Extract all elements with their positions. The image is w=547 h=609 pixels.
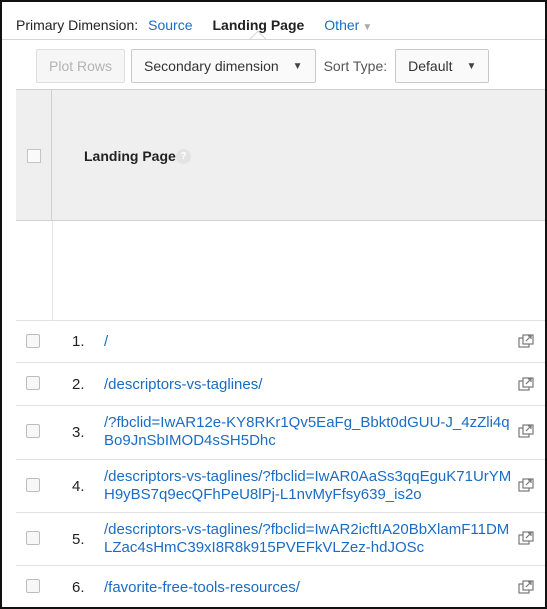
open-in-new-icon[interactable] [518, 478, 534, 492]
landing-page-link[interactable]: /descriptors-vs-taglines/ [104, 376, 516, 394]
table-row: 4. /descriptors-vs-taglines/?fbclid=IwAR… [16, 460, 545, 513]
chevron-down-icon: ▼ [362, 22, 373, 33]
row-checkbox[interactable] [26, 478, 40, 492]
help-icon[interactable]: ? [176, 149, 191, 164]
dimension-option-other-label: Other [324, 17, 360, 33]
row-number: 5. [72, 531, 85, 548]
sort-type-value: Default [408, 58, 453, 74]
row-checkbox[interactable] [26, 531, 40, 545]
sort-type-label: Sort Type: [323, 58, 388, 74]
secondary-dimension-label: Secondary dimension [144, 58, 279, 74]
row-checkbox[interactable] [26, 424, 40, 438]
table-row: 2. /descriptors-vs-taglines/ [16, 363, 545, 406]
table-row: 5. /descriptors-vs-taglines/?fbclid=IwAR… [16, 513, 545, 566]
secondary-dimension-dropdown[interactable]: Secondary dimension ▼ [131, 49, 316, 83]
landing-page-link[interactable]: /favorite-free-tools-resources/ [104, 579, 516, 597]
table-row: 6. /favorite-free-tools-resources/ [16, 566, 545, 607]
open-in-new-icon[interactable] [518, 531, 534, 545]
header-checkbox-cell [16, 90, 52, 221]
landing-page-link[interactable]: /descriptors-vs-taglines/?fbclid=IwAR0Aa… [104, 468, 516, 504]
row-number: 3. [72, 424, 85, 441]
row-checkbox[interactable] [26, 334, 40, 348]
row-number: 6. [72, 579, 85, 596]
primary-dimension-label: Primary Dimension: [16, 17, 139, 33]
divider [2, 39, 545, 40]
data-table: Landing Page ? 1. / 2. /descriptors-vs-t… [16, 89, 545, 607]
chevron-down-icon: ▼ [292, 60, 303, 72]
table-row: 1. / [16, 321, 545, 363]
row-number: 4. [72, 478, 85, 495]
table-header: Landing Page ? [16, 89, 545, 221]
plot-rows-button[interactable]: Plot Rows [36, 49, 126, 83]
table-row: 3. /?fbclid=IwAR12e-KY8RKr1Qv5EaFg_Bbkt0… [16, 406, 545, 460]
landing-page-link[interactable]: /?fbclid=IwAR12e-KY8RKr1Qv5EaFg_Bbkt0dGU… [104, 414, 516, 450]
column-header-landing-page[interactable]: Landing Page [84, 148, 176, 164]
open-in-new-icon[interactable] [518, 334, 534, 348]
row-number: 2. [72, 376, 85, 393]
table-toolbar: Plot Rows Secondary dimension ▼ Sort Typ… [36, 49, 490, 83]
landing-page-link[interactable]: /descriptors-vs-taglines/?fbclid=IwAR2ic… [104, 521, 516, 557]
report-panel: Primary Dimension: Source Landing Page O… [0, 0, 547, 609]
select-all-checkbox[interactable] [27, 149, 41, 163]
divider [52, 221, 53, 321]
chevron-down-icon: ▼ [466, 60, 477, 72]
landing-page-link[interactable]: / [104, 333, 516, 351]
row-checkbox[interactable] [26, 376, 40, 390]
row-number: 1. [72, 333, 85, 350]
open-in-new-icon[interactable] [518, 377, 534, 391]
open-in-new-icon[interactable] [518, 424, 534, 438]
dimension-option-landing-page[interactable]: Landing Page [213, 17, 304, 48]
sort-type-dropdown[interactable]: Default ▼ [395, 49, 490, 83]
primary-dimension-bar: Primary Dimension: Source Landing Page O… [16, 10, 392, 48]
row-checkbox[interactable] [26, 579, 40, 593]
open-in-new-icon[interactable] [518, 580, 534, 594]
dimension-option-source[interactable]: Source [148, 17, 192, 33]
dimension-option-other[interactable]: Other ▼ [324, 17, 372, 33]
totals-row [16, 221, 545, 321]
